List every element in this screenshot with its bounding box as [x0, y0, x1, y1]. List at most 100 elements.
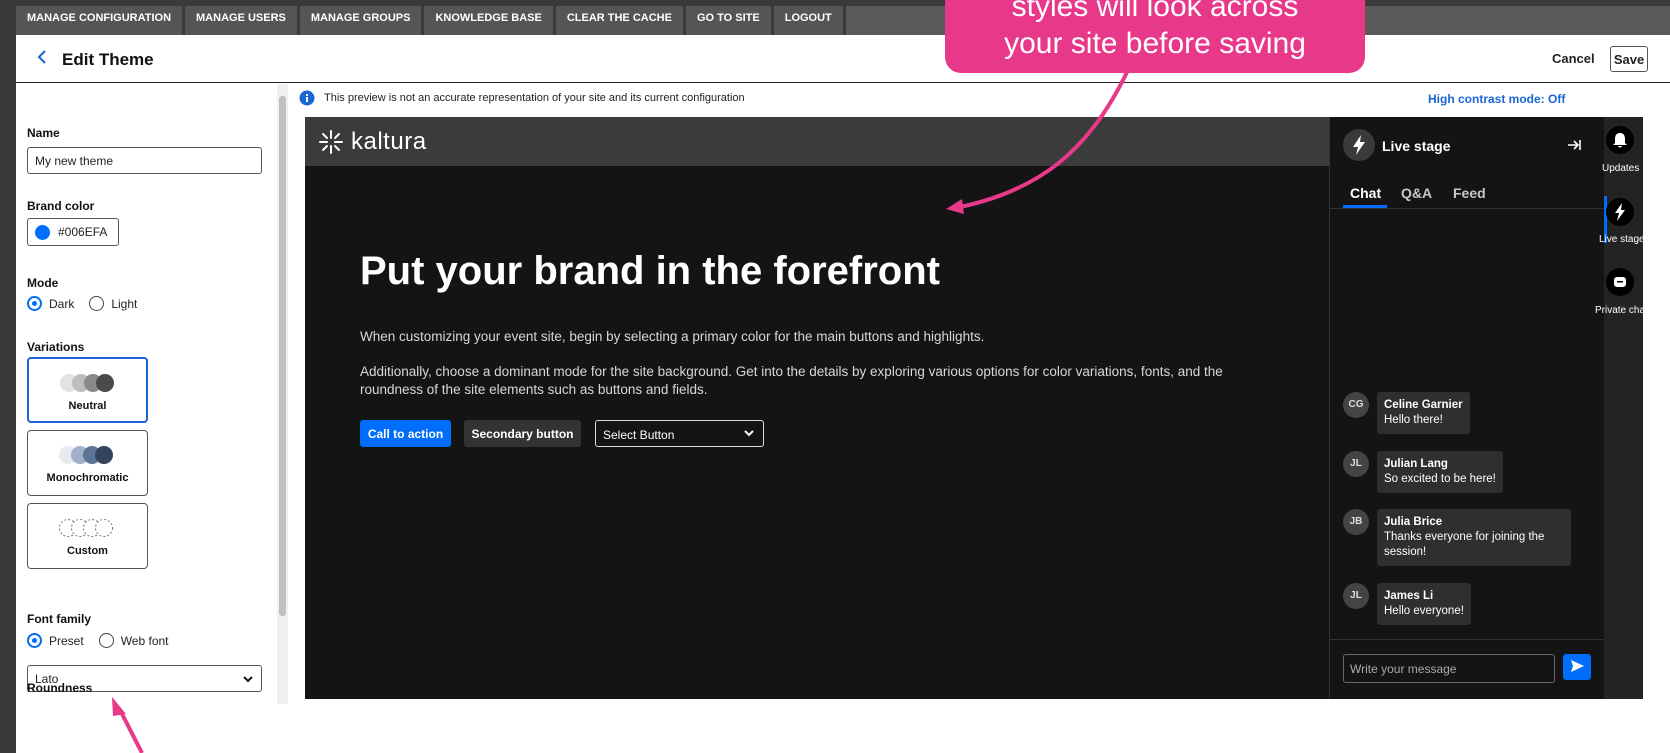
nav-manage-configuration[interactable]: MANAGE CONFIGURATION [16, 6, 186, 35]
chat-message: JL James Li Hello everyone! [1343, 583, 1471, 625]
chat-text: Hello there! [1384, 414, 1443, 426]
tab-chat[interactable]: Chat [1350, 185, 1381, 201]
preview-disclaimer: This preview is not an accurate represen… [324, 92, 745, 104]
chat-bubble: James Li Hello everyone! [1377, 583, 1471, 625]
font-preset-radio[interactable] [27, 633, 42, 648]
hero-title: Put your brand in the forefront [360, 249, 940, 293]
custom-swatch-icon [59, 519, 113, 537]
chat-message: JL Julian Lang So excited to be here! [1343, 451, 1503, 493]
callout-line-1: styles will look across [1011, 0, 1299, 23]
theme-preview-area: This preview is not an accurate represen… [288, 84, 1670, 704]
variation-custom-label: Custom [67, 545, 108, 557]
variation-monochromatic-label: Monochromatic [46, 472, 129, 484]
callout-line-2: your site before saving [1004, 27, 1306, 60]
lightning-icon [1606, 198, 1634, 226]
mode-dark-radio[interactable] [27, 296, 42, 311]
chat-text: Hello everyone! [1384, 605, 1464, 617]
variations-label: Variations [27, 340, 85, 354]
preview-vertical-scrollbar[interactable] [1658, 84, 1670, 704]
logo-text: kaltura [351, 128, 427, 155]
tab-qa[interactable]: Q&A [1401, 185, 1432, 201]
select-button-dropdown[interactable]: Select Button [595, 420, 764, 447]
brand-color-label: Brand color [27, 199, 95, 213]
nav-manage-users[interactable]: MANAGE USERS [185, 6, 300, 35]
site-preview: kaltura Put your brand in the forefront … [305, 117, 1643, 699]
edit-theme-panel: Edit Theme Cancel Save Name My new theme… [16, 35, 1670, 753]
avatar: JL [1343, 451, 1369, 477]
call-to-action-button[interactable]: Call to action [360, 420, 451, 447]
chevron-down-icon [243, 676, 253, 683]
nav-logout[interactable]: LOGOUT [773, 6, 846, 35]
annotation-callout: styles will look across your site before… [945, 0, 1365, 73]
page-header: Edit Theme Cancel Save [16, 35, 1670, 83]
page-title: Edit Theme [62, 50, 154, 69]
font-webfont-label: Web font [120, 633, 169, 648]
preview-info-bar: This preview is not an accurate represen… [288, 84, 1658, 112]
mode-light-label: Light [111, 296, 138, 311]
admin-top-nav: MANAGE CONFIGURATION MANAGE USERS MANAGE… [16, 6, 1670, 35]
roundness-label: Roundness [27, 681, 93, 695]
high-contrast-toggle[interactable]: High contrast mode: Off [1428, 92, 1565, 106]
nav-manage-groups[interactable]: MANAGE GROUPS [299, 6, 425, 35]
monochromatic-swatch-icon [59, 446, 113, 464]
hero-paragraph-1: When customizing your event site, begin … [360, 329, 985, 344]
cancel-button[interactable]: Cancel [1552, 51, 1595, 66]
kaltura-logo-icon [319, 130, 343, 154]
secondary-button[interactable]: Secondary button [464, 420, 581, 447]
theme-name-input[interactable]: My new theme [27, 147, 262, 174]
site-header: kaltura [305, 117, 1329, 166]
brand-color-input[interactable]: #006EFA [27, 218, 119, 246]
mode-dark-label: Dark [49, 296, 75, 311]
settings-vertical-scrollbar[interactable] [277, 84, 288, 704]
chat-bubble: Celine Garnier Hello there! [1377, 392, 1470, 434]
theme-settings-panel: Name My new theme Brand color #006EFA Mo… [16, 84, 288, 704]
avatar: JB [1343, 509, 1369, 535]
avatar: CG [1343, 392, 1369, 418]
avatar: JL [1343, 583, 1369, 609]
mode-radio-group: Dark Light [27, 296, 152, 311]
tab-divider [1330, 208, 1604, 209]
tab-feed[interactable]: Feed [1453, 185, 1486, 201]
lightning-icon [1343, 129, 1375, 161]
info-icon [299, 90, 315, 106]
settings-scroll-thumb[interactable] [279, 96, 286, 616]
chat-message: JB Julia Brice Thanks everyone for joini… [1343, 509, 1571, 566]
chat-author: Julia Brice [1384, 516, 1443, 528]
name-label: Name [27, 126, 60, 140]
live-stage-panel: Live stage Chat Q&A Feed CG Celine Garni… [1329, 117, 1604, 699]
input-divider [1330, 639, 1604, 640]
nav-knowledge-base[interactable]: KNOWLEDGE BASE [424, 6, 556, 35]
hero-paragraph-2: Additionally, choose a dominant mode for… [360, 364, 1223, 397]
variation-monochromatic-card[interactable]: Monochromatic [27, 430, 148, 496]
nav-go-to-site[interactable]: GO TO SITE [685, 6, 774, 35]
chevron-left-icon[interactable] [32, 47, 52, 67]
select-button-label: Select Button [603, 428, 675, 442]
rail-label-live-stage: Live stage [1599, 234, 1645, 245]
send-button[interactable] [1563, 654, 1591, 680]
variation-custom-card[interactable]: Custom [27, 503, 148, 569]
mode-light-radio[interactable] [89, 296, 105, 311]
font-webfont-radio[interactable] [98, 633, 114, 648]
chat-message: CG Celine Garnier Hello there! [1343, 392, 1470, 434]
mode-label: Mode [27, 276, 59, 290]
neutral-swatch-icon [60, 374, 114, 392]
save-button[interactable]: Save [1610, 46, 1648, 72]
rail-label-updates: Updates [1602, 163, 1640, 174]
bell-icon [1606, 126, 1634, 154]
chat-bubble: Julian Lang So excited to be here! [1377, 451, 1503, 493]
chevron-down-icon [744, 430, 754, 437]
variation-neutral-card[interactable]: Neutral [27, 357, 148, 423]
screenshot-stage: MANAGE CONFIGURATION MANAGE USERS MANAGE… [0, 0, 1670, 753]
font-family-label: Font family [27, 612, 92, 626]
chat-bubble-icon [1606, 268, 1634, 296]
chat-author: Julian Lang [1384, 458, 1448, 470]
kaltura-logo: kaltura [318, 127, 427, 157]
live-stage-title: Live stage [1382, 138, 1451, 154]
rail-label-private-chat: Private chat [1595, 305, 1648, 316]
collapse-panel-icon[interactable] [1566, 137, 1582, 153]
chat-message-input[interactable]: Write your message [1343, 654, 1555, 683]
chat-text: So excited to be here! [1384, 473, 1496, 485]
nav-clear-cache[interactable]: CLEAR THE CACHE [555, 6, 686, 35]
brand-color-swatch[interactable] [35, 224, 50, 240]
chat-author: Celine Garnier [1384, 399, 1463, 411]
